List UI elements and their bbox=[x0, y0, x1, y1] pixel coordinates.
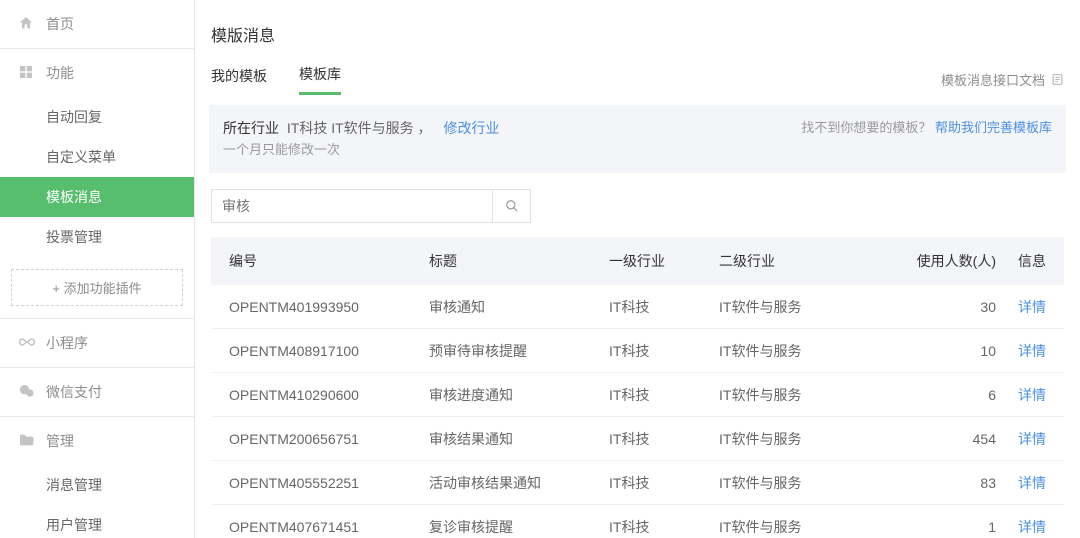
detail-link[interactable]: 详情 bbox=[1018, 519, 1046, 535]
sidebar-item[interactable]: 消息管理 bbox=[0, 465, 194, 505]
sidebar-group-label: 微信支付 bbox=[46, 382, 102, 402]
table: 编号 标题 一级行业 二级行业 使用人数(人) 信息 OPENTM4019939… bbox=[211, 237, 1064, 538]
doc-icon bbox=[1051, 73, 1064, 86]
table-row: OPENTM408917100预审待审核提醒IT科技IT软件与服务 10 详情 bbox=[211, 329, 1064, 373]
industry-label: 所在行业 bbox=[223, 120, 279, 136]
cell-id: OPENTM200656751 bbox=[229, 431, 429, 447]
detail-link[interactable]: 详情 bbox=[1018, 299, 1046, 315]
home-icon bbox=[18, 15, 36, 33]
sidebar-group-grid: 功能 bbox=[0, 49, 194, 97]
help-prefix: 找不到你想要的模板？ bbox=[801, 120, 931, 135]
col-title: 标题 bbox=[429, 251, 609, 271]
sidebar-item[interactable]: 自动回复 bbox=[0, 97, 194, 137]
tab-my-templates[interactable]: 我的模板 bbox=[211, 66, 267, 94]
sidebar-group-wechat[interactable]: 微信支付 bbox=[0, 368, 194, 416]
cell-l1: IT科技 bbox=[609, 473, 719, 493]
col-l2: 二级行业 bbox=[719, 251, 869, 271]
cell-id: OPENTM401993950 bbox=[229, 299, 429, 315]
cell-l2: IT软件与服务 bbox=[719, 473, 869, 493]
table-row: OPENTM401993950审核通知IT科技IT软件与服务 30 详情 bbox=[211, 285, 1064, 329]
col-l1: 一级行业 bbox=[609, 251, 719, 271]
industry-value: IT科技 IT软件与服务 ， bbox=[287, 120, 432, 136]
cell-use: 30 bbox=[876, 299, 996, 315]
sidebar-group-label: 管理 bbox=[46, 431, 74, 451]
cell-l1: IT科技 bbox=[609, 341, 719, 361]
detail-link[interactable]: 详情 bbox=[1018, 475, 1046, 491]
cell-title: 预审待审核提醒 bbox=[429, 341, 609, 361]
cell-id: OPENTM408917100 bbox=[229, 343, 429, 359]
sidebar: 首页功能自动回复自定义菜单模板消息投票管理 + 添加功能插件小程序微信支付管理消息… bbox=[0, 0, 195, 538]
cell-title: 审核进度通知 bbox=[429, 385, 609, 405]
search-button[interactable] bbox=[492, 190, 530, 222]
change-industry-link[interactable]: 修改行业 bbox=[443, 120, 499, 136]
sidebar-item[interactable]: 模板消息 bbox=[0, 177, 194, 217]
detail-link[interactable]: 详情 bbox=[1018, 343, 1046, 359]
sidebar-item[interactable]: 自定义菜单 bbox=[0, 137, 194, 177]
cell-title: 复诊审核提醒 bbox=[429, 517, 609, 537]
col-info: 信息 bbox=[996, 251, 1046, 271]
cell-l2: IT软件与服务 bbox=[719, 385, 869, 405]
sidebar-group-infinity[interactable]: 小程序 bbox=[0, 319, 194, 367]
industry-subtext: 一个月只能修改一次 bbox=[223, 139, 499, 161]
tab-template-library[interactable]: 模板库 bbox=[299, 64, 341, 95]
add-plugin-button[interactable]: + 添加功能插件 bbox=[11, 269, 183, 306]
main-content: 模版消息 我的模板 模板库 模板消息接口文档 所在行业 IT科技 IT软件与服务… bbox=[195, 0, 1080, 538]
detail-link[interactable]: 详情 bbox=[1018, 431, 1046, 447]
sidebar-group-label: 功能 bbox=[46, 63, 74, 83]
sidebar-group-label: 小程序 bbox=[46, 333, 88, 353]
cell-use: 454 bbox=[876, 431, 996, 447]
table-row: OPENTM405552251活动审核结果通知IT科技IT软件与服务 83 详情 bbox=[211, 461, 1064, 505]
cell-title: 活动审核结果通知 bbox=[429, 473, 609, 493]
doc-link[interactable]: 模板消息接口文档 bbox=[941, 70, 1064, 89]
col-id: 编号 bbox=[229, 251, 429, 271]
cell-l2: IT软件与服务 bbox=[719, 297, 869, 317]
detail-link[interactable]: 详情 bbox=[1018, 387, 1046, 403]
cell-l2: IT软件与服务 bbox=[719, 517, 869, 537]
tabs: 我的模板 模板库 模板消息接口文档 bbox=[207, 64, 1068, 105]
cell-title: 审核结果通知 bbox=[429, 429, 609, 449]
sidebar-group-folder: 管理 bbox=[0, 417, 194, 465]
cell-l1: IT科技 bbox=[609, 517, 719, 537]
sidebar-item[interactable]: 用户管理 bbox=[0, 505, 194, 538]
search-icon bbox=[505, 199, 519, 213]
col-use: 使用人数(人) bbox=[876, 251, 996, 271]
cell-use: 6 bbox=[876, 387, 996, 403]
wechat-icon bbox=[18, 383, 36, 401]
table-row: OPENTM410290600审核进度通知IT科技IT软件与服务 6 详情 bbox=[211, 373, 1064, 417]
cell-id: OPENTM407671451 bbox=[229, 519, 429, 535]
infinity-icon bbox=[18, 334, 36, 352]
search-row bbox=[207, 173, 1068, 237]
cell-l2: IT软件与服务 bbox=[719, 341, 869, 361]
sidebar-group-label: 首页 bbox=[46, 14, 74, 34]
cell-use: 10 bbox=[876, 343, 996, 359]
cell-l1: IT科技 bbox=[609, 385, 719, 405]
help-link[interactable]: 帮助我们完善模板库 bbox=[935, 120, 1052, 135]
cell-l1: IT科技 bbox=[609, 297, 719, 317]
info-bar: 所在行业 IT科技 IT软件与服务 ， 修改行业 一个月只能修改一次 找不到你想… bbox=[209, 105, 1066, 173]
table-header: 编号 标题 一级行业 二级行业 使用人数(人) 信息 bbox=[211, 237, 1064, 285]
cell-l2: IT软件与服务 bbox=[719, 429, 869, 449]
search-input[interactable] bbox=[212, 190, 492, 222]
page-title: 模版消息 bbox=[207, 0, 1068, 64]
cell-id: OPENTM405552251 bbox=[229, 475, 429, 491]
sidebar-item[interactable]: 投票管理 bbox=[0, 217, 194, 257]
folder-icon bbox=[18, 432, 36, 450]
cell-use: 83 bbox=[876, 475, 996, 491]
cell-l1: IT科技 bbox=[609, 429, 719, 449]
grid-icon bbox=[18, 64, 36, 82]
cell-use: 1 bbox=[876, 519, 996, 535]
sidebar-group-home[interactable]: 首页 bbox=[0, 0, 194, 48]
table-row: OPENTM407671451复诊审核提醒IT科技IT软件与服务 1 详情 bbox=[211, 505, 1064, 538]
cell-id: OPENTM410290600 bbox=[229, 387, 429, 403]
table-row: OPENTM200656751审核结果通知IT科技IT软件与服务 454 详情 bbox=[211, 417, 1064, 461]
cell-title: 审核通知 bbox=[429, 297, 609, 317]
